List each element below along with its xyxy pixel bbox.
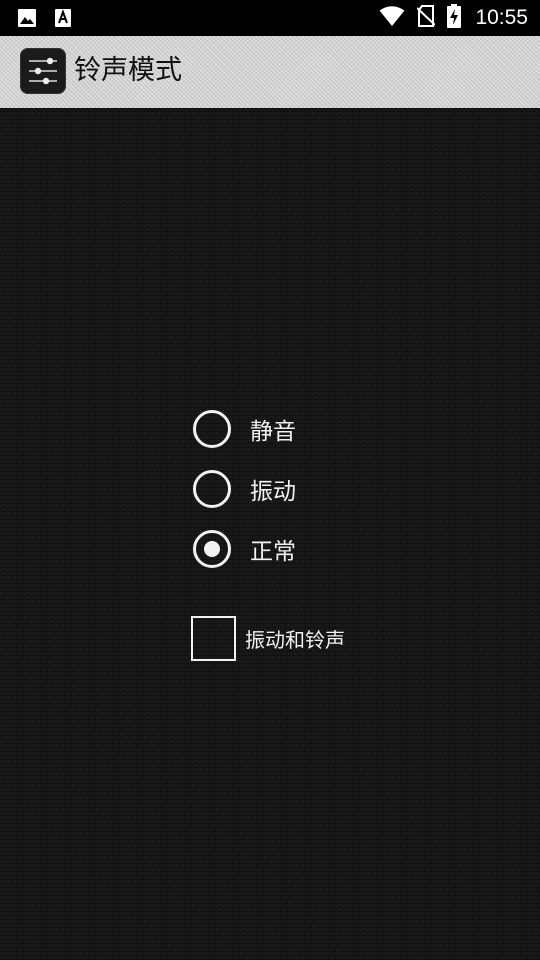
radio-unchecked-icon[interactable]	[193, 410, 231, 448]
checkbox-unchecked-icon[interactable]	[191, 616, 236, 661]
status-bar: 10:55	[0, 0, 540, 36]
radio-unchecked-icon[interactable]	[193, 470, 231, 508]
vibrate-and-ring-checkbox[interactable]: 振动和铃声	[191, 616, 345, 661]
radio-vibrate[interactable]: 振动	[191, 467, 296, 511]
radio-checked-icon[interactable]	[193, 530, 231, 568]
app-bar: 铃声模式	[0, 36, 540, 108]
clock-time: 10:55	[475, 6, 528, 29]
text-a-icon	[54, 8, 72, 32]
radio-label-silent: 静音	[250, 419, 296, 445]
app-title: 铃声模式	[74, 55, 182, 86]
checkbox-label: 振动和铃声	[245, 628, 345, 652]
radio-selected-dot	[204, 541, 220, 557]
no-sim-icon	[416, 5, 437, 31]
radio-normal[interactable]: 正常	[191, 527, 296, 571]
radio-silent[interactable]: 静音	[191, 407, 296, 451]
battery-charging-icon	[447, 4, 462, 32]
sliders-icon	[20, 48, 66, 94]
radio-label-normal: 正常	[250, 539, 296, 565]
radio-label-vibrate: 振动	[250, 479, 296, 505]
wifi-icon	[379, 5, 405, 31]
image-icon	[17, 8, 37, 32]
